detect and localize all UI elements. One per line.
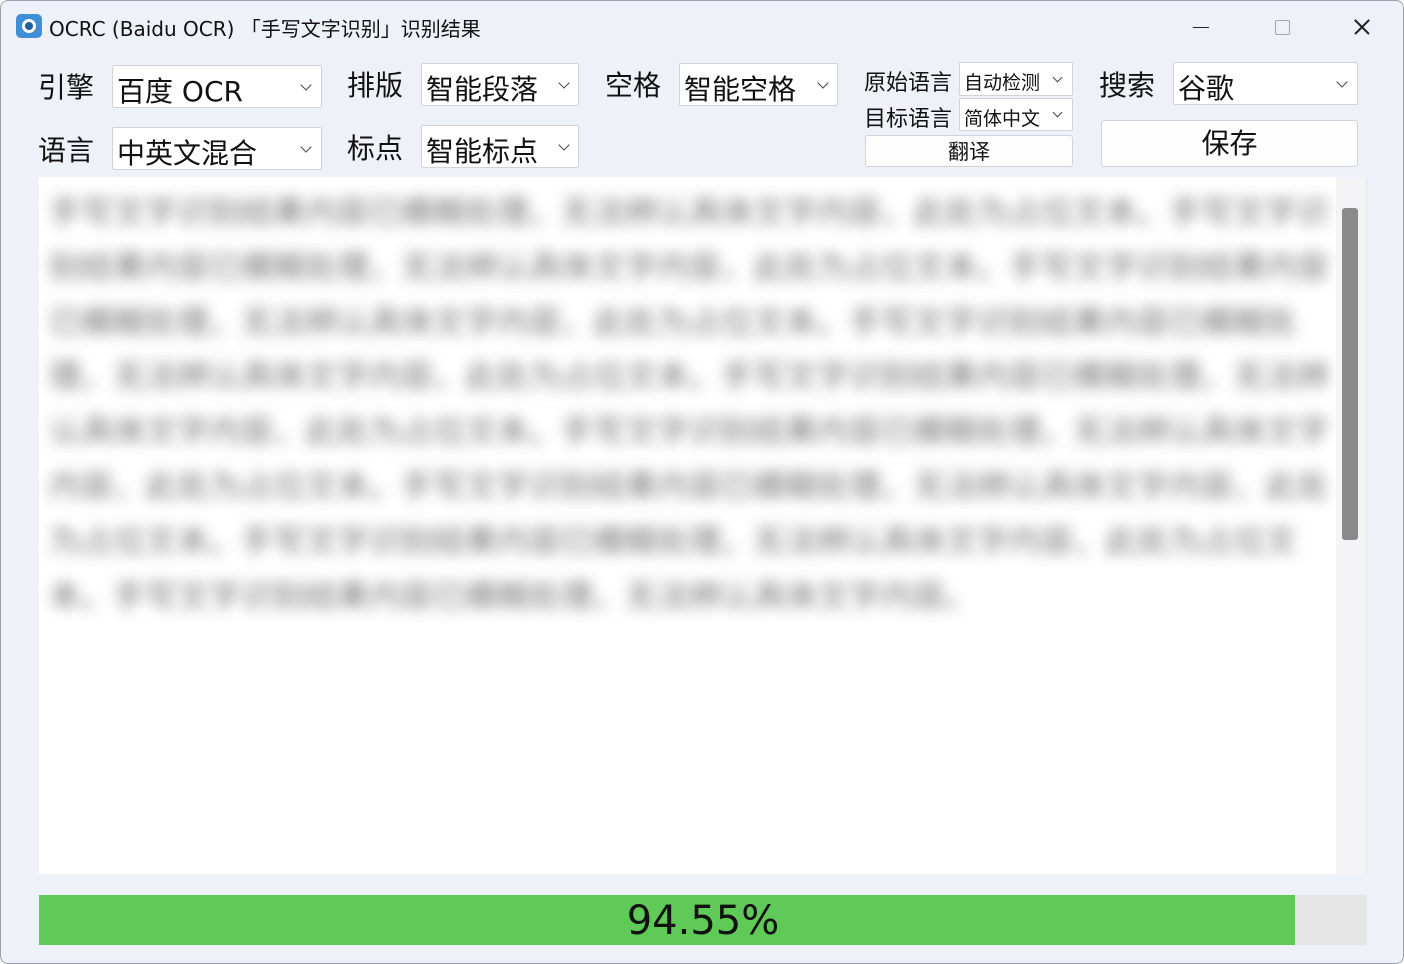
target-language-value: 简体中文: [964, 108, 1041, 130]
space-label: 空格: [605, 69, 662, 102]
language-select-value: 中英文混合: [117, 137, 258, 170]
chevron-down-icon: [1052, 107, 1063, 118]
space-select[interactable]: 智能空格: [679, 63, 838, 106]
target-language-select[interactable]: 简体中文: [959, 98, 1073, 131]
source-language-label: 原始语言: [864, 71, 953, 96]
maximize-button[interactable]: [1261, 9, 1301, 45]
punctuation-select[interactable]: 智能标点: [421, 125, 579, 168]
layout-select[interactable]: 智能段落: [421, 63, 579, 106]
confidence-progress-bar: 94.55%: [39, 895, 1367, 945]
save-button[interactable]: 保存: [1101, 120, 1358, 167]
translate-button[interactable]: 翻译: [865, 135, 1073, 167]
engine-select-value: 百度 OCR: [117, 75, 243, 108]
punctuation-label: 标点: [347, 132, 404, 165]
target-language-label: 目标语言: [864, 107, 953, 132]
app-window: OCRC (Baidu OCR) 「手写文字识别」识别结果 引擎 百度 OCR …: [0, 0, 1404, 964]
source-language-select[interactable]: 自动检测: [959, 62, 1073, 96]
result-text: 手写文字识别结果内容已模糊处理，无法辨认具体文字内容，此处为占位文本。手写文字识…: [49, 193, 1330, 615]
window-title: OCRC (Baidu OCR) 「手写文字识别」识别结果: [49, 17, 481, 41]
engine-label: 引擎: [38, 71, 95, 104]
progress-label: 94.55%: [626, 898, 780, 944]
title-bar: OCRC (Baidu OCR) 「手写文字识别」识别结果: [1, 1, 1403, 53]
camera-app-icon: [16, 14, 42, 38]
close-button[interactable]: [1342, 9, 1382, 45]
search-engine-value: 谷歌: [1178, 72, 1235, 105]
engine-select[interactable]: 百度 OCR: [112, 65, 322, 108]
chevron-down-icon: [300, 79, 312, 91]
chevron-down-icon: [1336, 76, 1348, 88]
scrollbar-thumb[interactable]: [1342, 208, 1358, 540]
result-text-area[interactable]: 手写文字识别结果内容已模糊处理，无法辨认具体文字内容，此处为占位文本。手写文字识…: [39, 177, 1367, 874]
punctuation-select-value: 智能标点: [426, 135, 539, 168]
chevron-down-icon: [300, 141, 312, 153]
language-select[interactable]: 中英文混合: [112, 127, 322, 170]
language-label: 语言: [38, 134, 95, 167]
search-label: 搜索: [1099, 69, 1156, 102]
chevron-down-icon: [1052, 72, 1063, 83]
search-engine-select[interactable]: 谷歌: [1173, 62, 1358, 105]
chevron-down-icon: [558, 139, 570, 151]
space-select-value: 智能空格: [684, 73, 797, 106]
minimize-button[interactable]: [1181, 9, 1221, 45]
chevron-down-icon: [817, 77, 829, 89]
layout-label: 排版: [347, 69, 404, 102]
chevron-down-icon: [558, 77, 570, 89]
layout-select-value: 智能段落: [426, 73, 539, 106]
source-language-value: 自动检测: [964, 72, 1041, 94]
